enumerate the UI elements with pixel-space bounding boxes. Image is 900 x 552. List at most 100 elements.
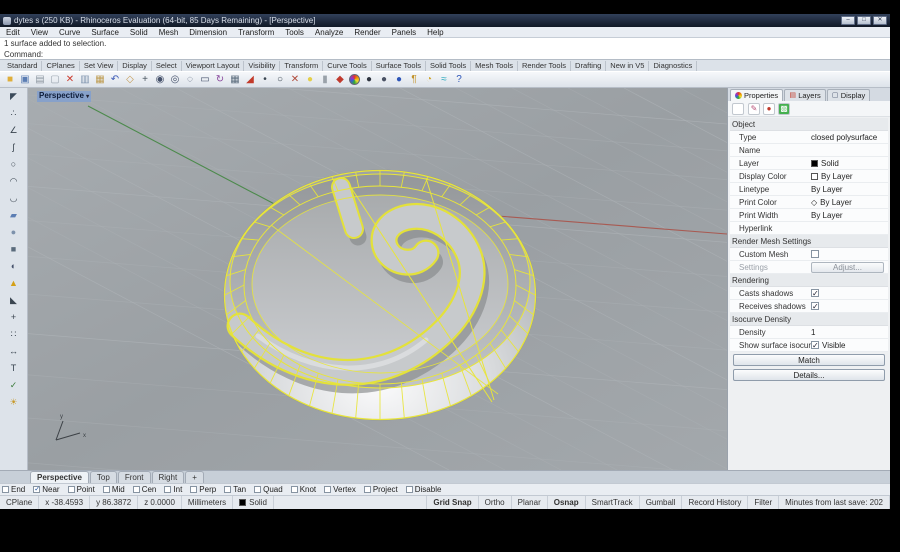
- array-tool-icon[interactable]: ∷: [7, 328, 20, 341]
- osnap-cen[interactable]: Cen: [133, 485, 157, 494]
- details-button[interactable]: Details...: [733, 369, 885, 381]
- rendered-display-icon[interactable]: ●: [392, 73, 406, 87]
- show-surface-isocurve-checkbox[interactable]: ✓: [811, 341, 819, 349]
- selected-solid-model[interactable]: [224, 170, 536, 420]
- osnap-int-checkbox[interactable]: [164, 486, 171, 493]
- close-button[interactable]: ✕: [873, 16, 887, 25]
- zoom-in-icon[interactable]: ◉: [153, 73, 167, 87]
- casts-shadows-checkbox[interactable]: ✓: [811, 289, 819, 297]
- status-smarttrack[interactable]: SmartTrack: [586, 496, 640, 509]
- zoom-out-icon[interactable]: ◎: [168, 73, 182, 87]
- osnap-cen-checkbox[interactable]: [133, 486, 140, 493]
- viewport-tab-item[interactable]: +: [185, 471, 204, 483]
- help-icon[interactable]: ?: [452, 73, 466, 87]
- custom-mesh-checkbox[interactable]: [811, 250, 819, 258]
- menu-panels[interactable]: Panels: [392, 28, 416, 37]
- text-tool-icon[interactable]: T: [7, 362, 20, 375]
- osnap-quad-checkbox[interactable]: [254, 486, 261, 493]
- material-bucket-icon[interactable]: ◆: [333, 73, 347, 87]
- arc-tool-icon[interactable]: ◠: [7, 175, 20, 188]
- color-swatch[interactable]: [811, 160, 818, 167]
- status-minutes-from-last-save-202[interactable]: Minutes from last save: 202: [779, 496, 890, 509]
- toolbar-tab-curve-tools[interactable]: Curve Tools: [323, 61, 371, 71]
- panel-tab-display[interactable]: ▢Display: [827, 89, 871, 101]
- osnap-tan-checkbox[interactable]: [224, 486, 231, 493]
- status-cplane[interactable]: CPlane: [0, 496, 39, 509]
- pan-hand-icon[interactable]: ◇: [123, 73, 137, 87]
- menu-help[interactable]: Help: [427, 28, 443, 37]
- toolbar-tab-transform[interactable]: Transform: [280, 61, 323, 71]
- zoom-window-icon[interactable]: ◌: [183, 73, 197, 87]
- curve-icon[interactable]: ʃ: [7, 141, 20, 154]
- osnap-end-checkbox[interactable]: [2, 486, 9, 493]
- menu-view[interactable]: View: [31, 28, 48, 37]
- cylinder-icon[interactable]: ▮: [318, 73, 332, 87]
- status-y-86-3872[interactable]: y 86.3872: [90, 496, 138, 509]
- point-snap-icon[interactable]: •: [258, 73, 272, 87]
- shell-icon[interactable]: ◔: [422, 73, 436, 87]
- minimize-button[interactable]: –: [841, 16, 855, 25]
- toolbar-tab-standard[interactable]: Standard: [3, 61, 42, 71]
- circle-snap-icon[interactable]: ○: [273, 73, 287, 87]
- color-swatch[interactable]: [811, 173, 818, 180]
- transform-tool-icon[interactable]: +: [7, 311, 20, 324]
- check-tool-icon[interactable]: ✓: [7, 379, 20, 392]
- render-tool-icon[interactable]: ☀: [7, 396, 20, 409]
- osnap-mid[interactable]: Mid: [103, 485, 125, 494]
- panel-tab-layers[interactable]: ▤Layers: [784, 89, 826, 101]
- layer-state-icon[interactable]: ◢: [243, 73, 257, 87]
- notes-icon[interactable]: ¶: [407, 73, 421, 87]
- viewport-tab-top[interactable]: Top: [90, 471, 117, 483]
- menu-transform[interactable]: Transform: [238, 28, 274, 37]
- viewport-tab-front[interactable]: Front: [118, 471, 151, 483]
- toolbar-tab-cplanes[interactable]: CPlanes: [42, 61, 79, 71]
- undo-icon[interactable]: ↶: [108, 73, 122, 87]
- status-osnap[interactable]: Osnap: [548, 496, 586, 509]
- osnap-knot-checkbox[interactable]: [291, 486, 298, 493]
- menu-dimension[interactable]: Dimension: [189, 28, 227, 37]
- command-prompt[interactable]: Command:: [4, 49, 886, 60]
- menu-analyze[interactable]: Analyze: [315, 28, 343, 37]
- new-document-icon[interactable]: ▢: [48, 73, 62, 87]
- texture-map-icon[interactable]: ▩: [778, 103, 790, 115]
- osnap-near[interactable]: ✓Near: [33, 485, 59, 494]
- maximize-button[interactable]: □: [857, 16, 871, 25]
- command-history-area[interactable]: 1 surface added to selection. Command:: [0, 38, 890, 60]
- osnap-tan[interactable]: Tan: [224, 485, 246, 494]
- object-properties-icon[interactable]: [732, 103, 744, 115]
- osnap-disable[interactable]: Disable: [406, 485, 442, 494]
- polyline-icon[interactable]: ∠: [7, 124, 20, 137]
- osnap-point[interactable]: Point: [68, 485, 95, 494]
- light-icon[interactable]: ●: [763, 103, 775, 115]
- solid-tool-icon[interactable]: ■: [7, 243, 20, 256]
- adjust-button[interactable]: Adjust...: [811, 262, 884, 273]
- rotate-view-icon[interactable]: ↻: [213, 73, 227, 87]
- match-button[interactable]: Match: [733, 354, 885, 366]
- sphere-tool-icon[interactable]: ●: [7, 226, 20, 239]
- menu-surface[interactable]: Surface: [91, 28, 119, 37]
- status-z-0-0000[interactable]: z 0.0000: [138, 496, 182, 509]
- crown-icon[interactable]: ▲: [7, 277, 20, 290]
- toolbar-tab-drafting[interactable]: Drafting: [571, 61, 606, 71]
- osnap-mid-checkbox[interactable]: [103, 486, 110, 493]
- menu-render[interactable]: Render: [354, 28, 380, 37]
- menu-curve[interactable]: Curve: [59, 28, 80, 37]
- move-icon[interactable]: +: [138, 73, 152, 87]
- osnap-end[interactable]: End: [2, 485, 25, 494]
- menu-tools[interactable]: Tools: [285, 28, 304, 37]
- save-icon[interactable]: ▣: [18, 73, 32, 87]
- toolbar-tab-select[interactable]: Select: [152, 61, 182, 71]
- named-views-icon[interactable]: ▦: [228, 73, 242, 87]
- toolbar-tab-surface-tools[interactable]: Surface Tools: [372, 61, 426, 71]
- status-record-history[interactable]: Record History: [682, 496, 748, 509]
- ellipse-tool-icon[interactable]: ◡: [7, 192, 20, 205]
- dimension-tool-icon[interactable]: ↔: [7, 345, 20, 358]
- osnap-disable-checkbox[interactable]: [406, 486, 413, 493]
- viewport-title[interactable]: Perspective ▾: [37, 91, 91, 102]
- delete-icon[interactable]: ✕: [63, 73, 77, 87]
- surface-tool-icon[interactable]: ▰: [7, 209, 20, 222]
- viewport-3d-canvas[interactable]: x y: [28, 88, 727, 470]
- render-icon[interactable]: [349, 74, 360, 85]
- receives-shadows-checkbox[interactable]: ✓: [811, 302, 819, 310]
- circle-tool-icon[interactable]: ○: [7, 158, 20, 171]
